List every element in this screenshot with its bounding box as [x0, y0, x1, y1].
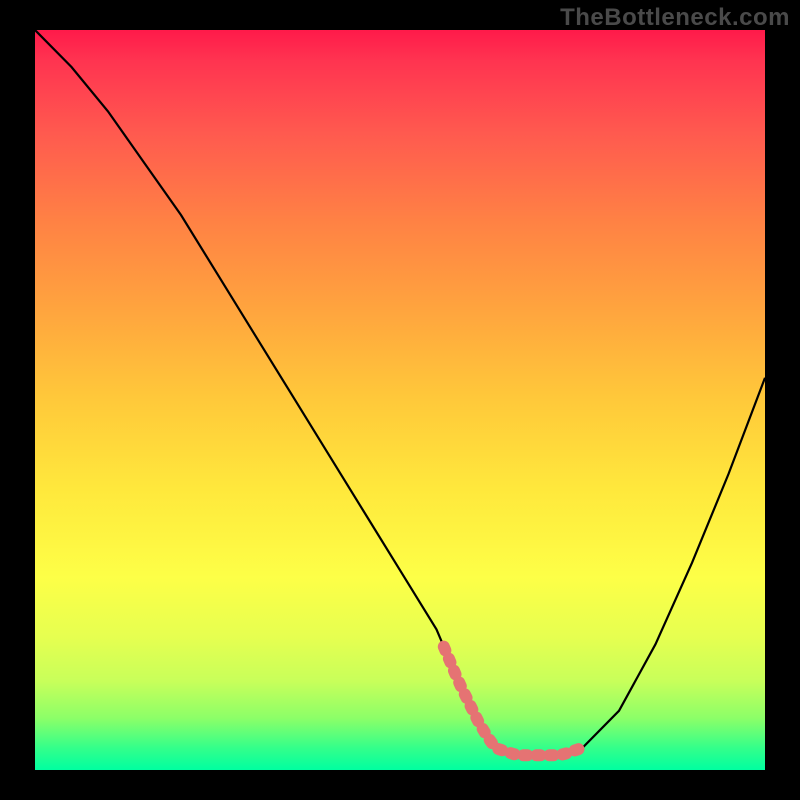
- plot-area: [35, 30, 765, 770]
- curve-svg: [35, 30, 765, 770]
- bottleneck-highlight-path: [444, 647, 583, 756]
- chart-container: TheBottleneck.com: [0, 0, 800, 800]
- bottleneck-curve-path: [35, 30, 765, 755]
- watermark-text: TheBottleneck.com: [560, 4, 790, 32]
